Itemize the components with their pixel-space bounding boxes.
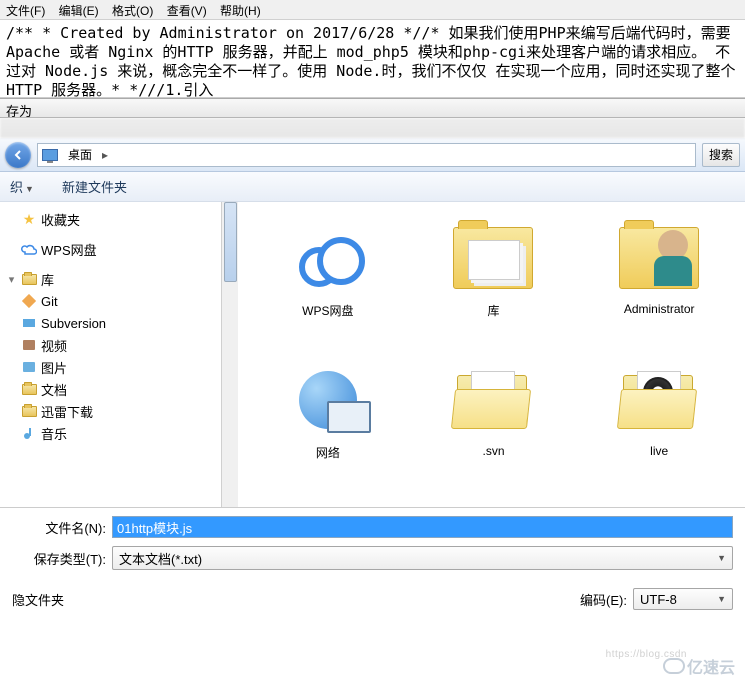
chevron-down-icon: ▼ — [25, 184, 34, 194]
cloud-logo-icon — [663, 658, 685, 674]
search-button[interactable]: 搜索 — [702, 143, 740, 167]
filename-label: 文件名(N): — [12, 518, 112, 537]
file-grid: WPS网盘 库 Administrator 网络 .svn live — [238, 202, 745, 507]
folder-icon — [453, 371, 533, 429]
savetype-combo[interactable]: 文本文档(*.txt)▼ — [112, 546, 733, 570]
notepad-editor[interactable]: /** * Created by Administrator on 2017/6… — [0, 20, 745, 98]
chevron-down-icon: ▼ — [717, 594, 726, 604]
new-folder-button[interactable]: 新建文件夹 — [62, 177, 127, 196]
folder-icon — [619, 371, 699, 429]
sidebar-item-git[interactable]: Git — [6, 290, 238, 312]
watermark: 亿速云 — [663, 654, 735, 678]
grid-item-wps[interactable]: WPS网盘 — [248, 212, 408, 352]
sidebar-scrollbar[interactable] — [221, 202, 238, 507]
pictures-icon — [21, 359, 37, 375]
grid-item-network[interactable]: 网络 — [248, 354, 408, 494]
sidebar-item-documents[interactable]: 文档 — [6, 378, 238, 400]
grid-item-live[interactable]: live — [579, 354, 739, 494]
documents-icon — [21, 381, 37, 397]
notepad-menubar: 文件(F) 编辑(E) 格式(O) 查看(V) 帮助(H) — [0, 0, 745, 20]
grid-item-library[interactable]: 库 — [414, 212, 574, 352]
grid-item-svn[interactable]: .svn — [414, 354, 574, 494]
download-icon — [21, 403, 37, 419]
dialog-title: 存为 — [0, 98, 745, 118]
sidebar-library[interactable]: ▾库 — [6, 268, 238, 290]
menu-edit[interactable]: 编辑(E) — [59, 4, 99, 18]
menu-help[interactable]: 帮助(H) — [220, 4, 261, 18]
sidebar-item-pictures[interactable]: 图片 — [6, 356, 238, 378]
sidebar-item-video[interactable]: 视频 — [6, 334, 238, 356]
menu-format[interactable]: 格式(O) — [112, 4, 153, 18]
scrollbar-thumb[interactable] — [224, 202, 237, 282]
chevron-down-icon: ▼ — [717, 553, 726, 563]
chevron-right-icon[interactable]: ▸ — [98, 148, 112, 162]
explorer-pane: ★收藏夹 WPS网盘 ▾库 Git Subversion 视频 图片 文档 迅雷… — [0, 202, 745, 508]
git-icon — [21, 293, 37, 309]
encoding-combo[interactable]: UTF-8▼ — [633, 588, 733, 610]
breadcrumb-desktop[interactable]: 桌面 — [62, 144, 98, 166]
sidebar-favorites[interactable]: ★收藏夹 — [6, 208, 238, 230]
network-icon — [299, 371, 357, 429]
sidebar-item-music[interactable]: 音乐 — [6, 422, 238, 444]
dialog-footer: 隐文件夹 编码(E): UTF-8▼ — [0, 582, 745, 616]
cloud-icon — [21, 241, 37, 257]
breadcrumb[interactable]: 桌面 ▸ — [37, 143, 696, 167]
svn-icon — [21, 315, 37, 331]
blurred-strip — [0, 118, 745, 138]
savetype-label: 保存类型(T): — [12, 549, 112, 568]
grid-item-admin[interactable]: Administrator — [579, 212, 739, 352]
star-icon: ★ — [21, 211, 37, 227]
address-bar: 桌面 ▸ 搜索 — [0, 138, 745, 172]
library-icon — [21, 271, 37, 287]
menu-file[interactable]: 文件(F) — [6, 4, 45, 18]
menu-view[interactable]: 查看(V) — [167, 4, 207, 18]
library-folder-icon — [453, 227, 533, 289]
user-folder-icon — [619, 227, 699, 289]
collapse-icon[interactable]: ▾ — [6, 273, 17, 286]
desktop-icon — [42, 149, 58, 161]
sidebar-wps[interactable]: WPS网盘 — [6, 238, 238, 260]
sidebar: ★收藏夹 WPS网盘 ▾库 Git Subversion 视频 图片 文档 迅雷… — [0, 202, 238, 507]
save-dialog-bottom: 文件名(N): 01http模块.js 保存类型(T): 文本文档(*.txt)… — [0, 508, 745, 582]
cloud-icon — [293, 233, 363, 283]
dialog-toolbar: 织▼ 新建文件夹 — [0, 172, 745, 202]
nav-back-button[interactable] — [5, 142, 31, 168]
sidebar-item-xunlei[interactable]: 迅雷下载 — [6, 400, 238, 422]
filename-input[interactable]: 01http模块.js — [112, 516, 733, 538]
hidden-folders-label: 隐文件夹 — [12, 590, 64, 609]
organize-menu[interactable]: 织▼ — [10, 177, 34, 196]
video-icon — [21, 337, 37, 353]
encoding-label: 编码(E): — [580, 590, 627, 609]
music-icon — [21, 425, 37, 441]
sidebar-item-svn[interactable]: Subversion — [6, 312, 238, 334]
